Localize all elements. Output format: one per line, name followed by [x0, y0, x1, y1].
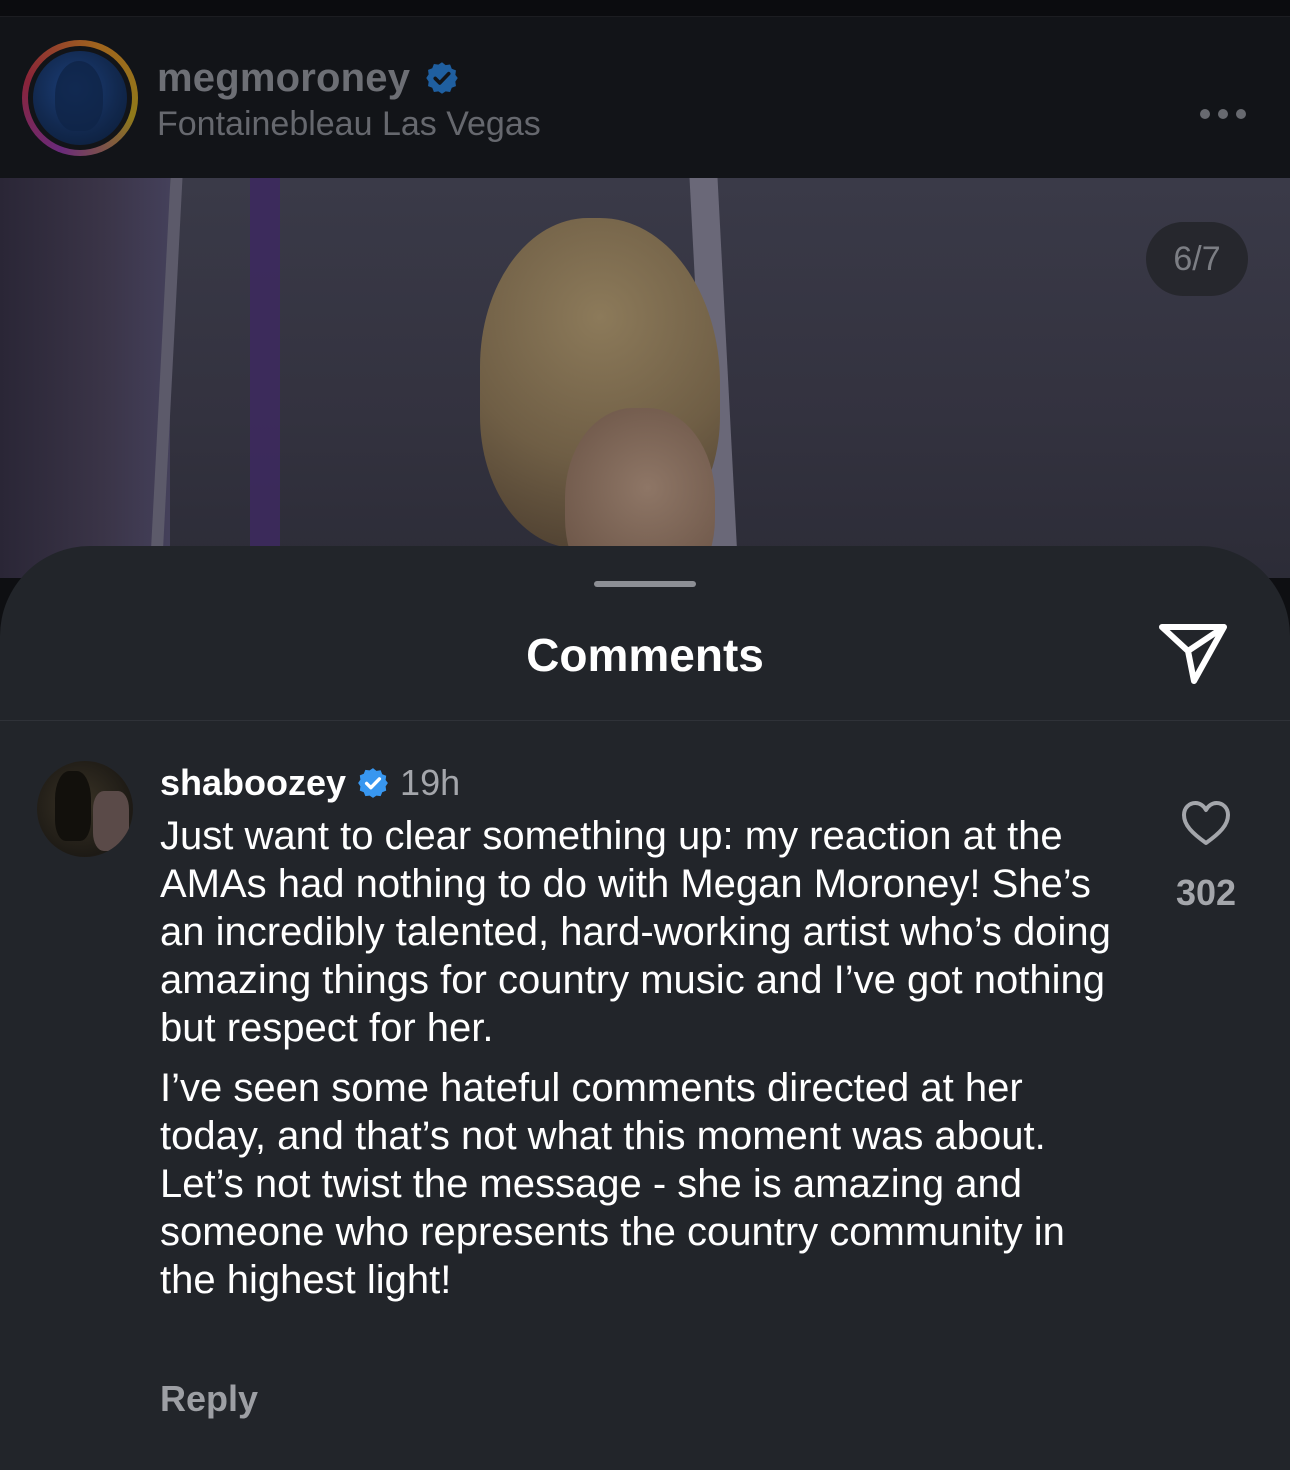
sheet-grabber-handle[interactable]	[594, 581, 696, 587]
more-icon[interactable]	[1200, 109, 1246, 119]
heart-icon[interactable]	[1180, 799, 1232, 847]
comment-paragraph-1: Just want to clear something up: my reac…	[160, 814, 1111, 1050]
post-location[interactable]: Fontainebleau Las Vegas	[157, 105, 541, 144]
like-count: 302	[1175, 872, 1237, 913]
comments-sheet: Comments shaboozey 19h Just want to clea…	[0, 546, 1290, 1470]
comment-header: shaboozey 19h	[160, 758, 460, 808]
reply-button[interactable]: Reply	[160, 1378, 258, 1420]
verified-icon	[358, 768, 388, 798]
media-background	[0, 178, 170, 578]
post-media[interactable]	[0, 178, 1290, 578]
post-header: megmoroney Fontainebleau Las Vegas	[0, 17, 1290, 178]
media-light	[250, 178, 280, 578]
media-counter-badge: 6/7	[1146, 222, 1248, 296]
status-bar-area	[0, 0, 1290, 17]
commenter-avatar[interactable]	[37, 761, 133, 857]
comment-text: Just want to clear something up: my reac…	[160, 812, 1120, 1304]
verified-icon	[426, 62, 458, 94]
comment-username[interactable]: shaboozey	[160, 762, 346, 804]
sheet-title: Comments	[526, 629, 764, 681]
sheet-divider	[0, 720, 1290, 721]
share-icon[interactable]	[1158, 621, 1228, 685]
comment-timestamp: 19h	[400, 762, 461, 803]
story-avatar[interactable]	[22, 40, 138, 156]
post-username[interactable]: megmoroney	[157, 56, 410, 101]
comment-paragraph-2: I’ve seen some hateful comments directed…	[160, 1066, 1065, 1302]
username-row: megmoroney	[157, 53, 460, 103]
avatar-photo	[33, 51, 127, 145]
